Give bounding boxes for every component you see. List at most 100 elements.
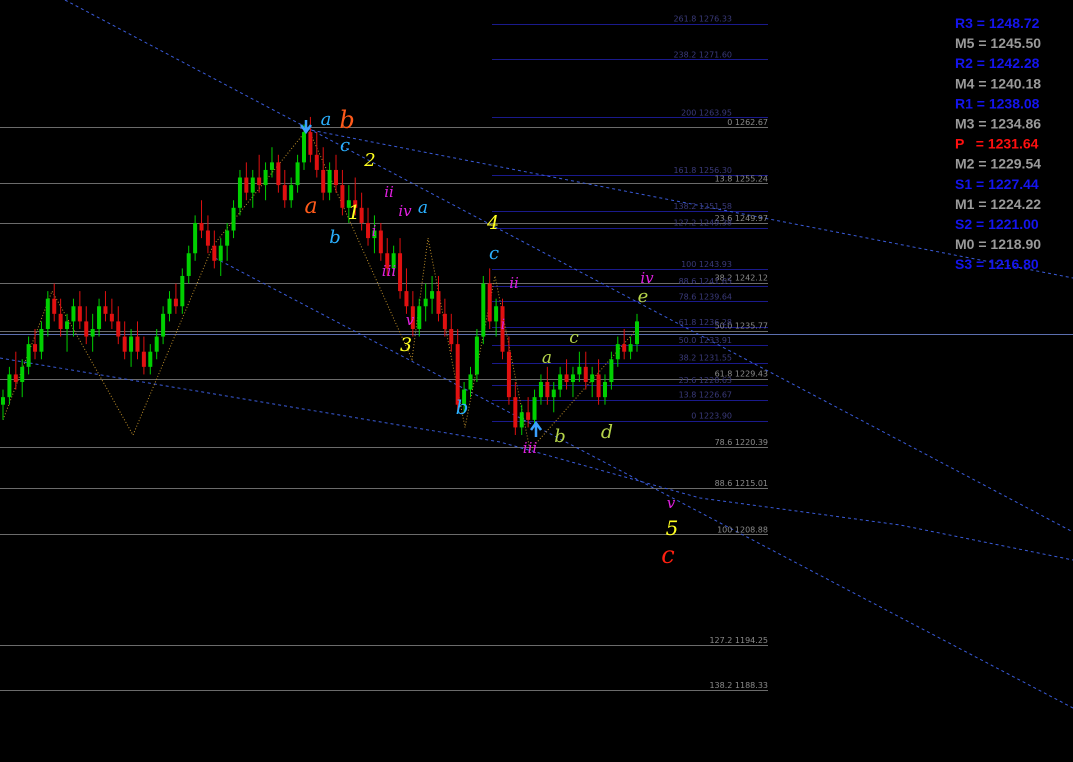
candle [295,154,300,193]
wave-label: i [501,317,505,333]
wave-label: c [569,328,579,348]
fib-inner-label: 61.8 1236.28 [679,318,732,327]
pivot-label: M0 = 1218.90 [955,236,1041,252]
candle [257,154,262,193]
wave-label: e [638,286,649,307]
wave-zigzag-line [2,127,638,452]
horizontal-levels [0,24,1073,691]
candle [250,169,255,208]
fib-inner-label: 78.6 1239.64 [679,292,732,301]
candle-body [109,313,114,322]
candle-body [295,162,300,186]
candle [77,291,82,329]
candle [417,298,422,337]
candle-body [237,177,242,208]
arrows [299,120,543,437]
candle-body [52,298,57,314]
candle-body [244,177,249,193]
candle-body [609,359,614,382]
fib-level-label: 0 1262.67 [727,118,768,127]
pivot-label: M3 = 1234.86 [955,116,1041,132]
candle [109,298,114,329]
pivot-label: M4 = 1240.18 [955,75,1041,91]
wave-label: a [321,109,332,130]
candle [481,275,486,345]
pivot-label: P = 1231.64 [955,136,1039,152]
wave-label: b [456,395,469,419]
candle [519,404,524,436]
candle-body [154,336,159,352]
candle [263,162,268,201]
candle-body [468,374,473,390]
candle [615,336,620,367]
price-chart[interactable]: 0 1262.6713.8 1255.2423.6 1249.9738.2 12… [0,0,1073,762]
candle-body [180,275,185,307]
candle-body [199,222,204,231]
fib-inner-label: 23.6 1228.63 [679,376,732,385]
candle-body [97,306,102,329]
candle [423,283,428,322]
candle-body [449,328,454,345]
candle [314,132,319,178]
candle-body [506,351,511,398]
candle [90,313,95,352]
candle [7,366,12,405]
candle [622,328,627,360]
fib-inner-label: 50.0 1233.91 [679,336,732,345]
candle-body [186,253,191,276]
candle-body [71,306,76,322]
candle [628,336,633,360]
candle-body [314,154,319,170]
candle [378,222,383,261]
wave-label: 3 [400,334,412,356]
candle [513,381,518,436]
candle-body [583,366,588,382]
candle [590,366,595,398]
candle-body [135,336,140,352]
candle-body [39,328,44,352]
candle [199,200,204,239]
candle-body [13,374,18,382]
candle-body [635,321,639,345]
candle-body [436,291,441,314]
pivot-label: M5 = 1245.50 [955,35,1041,51]
candle-body [481,283,486,337]
candle-body [474,336,479,375]
candle [404,268,409,314]
wave-label: a [418,198,428,218]
wave-label: c [661,541,674,569]
candle [551,381,556,413]
wave-label: c [340,135,350,156]
trendline [214,257,1073,709]
candle-body [148,351,153,367]
wave-label: ii [384,183,394,201]
candle-body [538,381,543,398]
candle [237,169,242,216]
fib-inner-label: 200 1263.95 [681,108,732,117]
candle-body [366,222,371,239]
candle-body [263,169,268,186]
candle [494,298,499,337]
candle-body [103,306,108,314]
wave-zigzag [2,127,638,452]
candle-body [526,412,531,420]
candle [52,283,57,322]
candle [218,238,223,276]
candle [65,313,70,352]
candle [122,321,127,360]
candle-body [116,321,121,337]
wave-label: iv [398,202,412,220]
candle-body [45,298,50,329]
pivot-label: M1 = 1224.22 [955,196,1041,212]
candle [20,359,25,398]
candle-body [532,397,537,420]
pivot-label: S1 = 1227.44 [955,176,1039,192]
candle [13,351,18,390]
candle [321,147,326,201]
candle-body [596,374,601,398]
candle [173,283,178,314]
candle [103,291,108,322]
pivot-label: M2 = 1229.54 [955,156,1041,172]
fib-level-label: 88.6 1215.01 [715,479,768,488]
wave-label: b [329,227,341,248]
